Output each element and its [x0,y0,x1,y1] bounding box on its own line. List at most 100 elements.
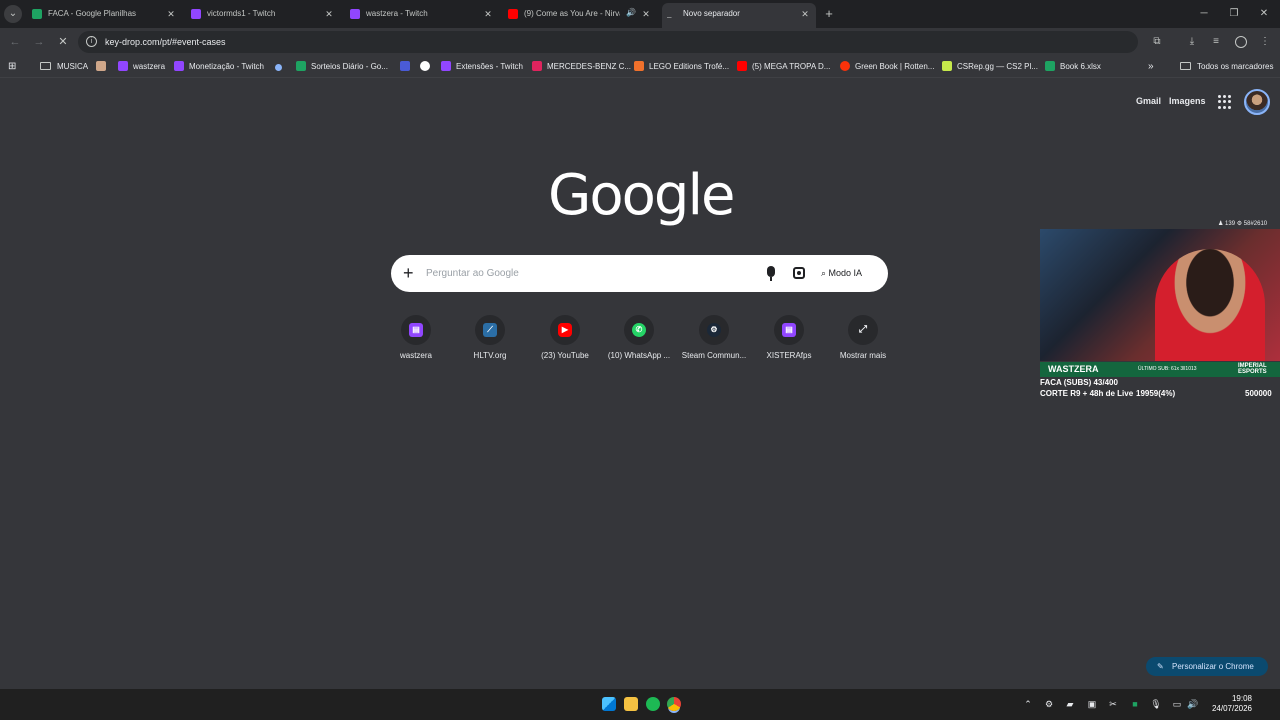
bookmark-favicon [634,61,644,71]
loading-icon: _ [667,9,672,18]
more-bookmarks-icon[interactable]: » [1148,59,1154,75]
microphone-tray-icon[interactable]: 🎙 [1150,698,1162,710]
twitch-icon [441,61,451,71]
bookmark-mercedes[interactable]: MERCEDES-BENZ C... [532,59,631,75]
add-icon[interactable]: + [403,255,414,292]
tab-strip: ⌄ FACA - Google Planilhas ✕ victormds1 -… [0,0,1280,28]
close-tab-icon[interactable]: ✕ [639,4,653,24]
stream-overlay: ♟ 139 ⚙ 58#2610 WASTZERA ÚLTIMO SUB: 61x… [1040,221,1280,401]
url-text[interactable]: key-drop.com/pt/#event-cases [105,31,226,53]
show-hidden-icons[interactable]: ⌃ [1022,698,1034,710]
close-tab-icon[interactable]: ✕ [322,4,336,24]
search-box[interactable]: + Perguntar ao Google ⌕ Modo IA [391,255,888,292]
new-tab-button[interactable]: + [822,4,836,24]
close-tab-icon[interactable]: ✕ [481,4,495,24]
extensions-icon[interactable]: ⧉ [1148,33,1166,51]
sheets-icon [32,9,42,19]
tab-search-button[interactable]: ⌄ [4,5,22,23]
folder-icon [40,62,51,70]
back-button[interactable]: ← [6,33,24,51]
twitch-icon: ▤ [782,323,796,337]
tomato-icon [840,61,850,71]
bookmark-lego[interactable]: LEGO Editions Trofé... [634,59,729,75]
site-info-icon[interactable]: i [86,36,97,47]
tab-new-tab[interactable]: _ Novo separador [667,4,787,24]
spotify-icon[interactable] [646,697,660,711]
tab-faca[interactable]: FACA - Google Planilhas [32,4,162,24]
bookmark-book6[interactable]: Book 6.xlsx [1045,59,1101,75]
shortcut-wastzera[interactable]: ▤ wastzera [379,315,453,360]
anchor-icon [420,61,430,71]
last-sub: ÚLTIMO SUB: 61x 3ll1013 [1138,366,1197,372]
bookmark-4[interactable] [275,59,287,75]
clock[interactable]: 19:08 24/07/2026 [1204,694,1252,714]
tab-youtube-nirvana[interactable]: (9) Come as You Are - Nirvana [508,4,620,24]
profile-icon[interactable] [1235,36,1247,48]
tray-app-icon[interactable]: ✂ [1107,698,1119,710]
windows-start-icon[interactable] [602,697,616,711]
media-controls-icon[interactable]: ≡ [1207,33,1225,51]
address-bar[interactable]: i key-drop.com/pt/#event-cases [78,31,1138,53]
tab-title: (9) Come as You Are - Nirvana [524,9,620,18]
bookmark-1[interactable] [96,59,111,75]
goal-label: CORTE R9 + 48h de Live [1040,389,1134,398]
shortcut-xisterafps[interactable]: ▤ XISTERAfps [752,315,826,360]
webcam-feed [1040,229,1280,361]
shortcut-whatsapp[interactable]: ✆ (10) WhatsApp ... [602,315,676,360]
volume-icon[interactable]: 🔊 [1187,698,1199,710]
maximize-button[interactable]: ❐ [1224,4,1244,24]
search-input[interactable]: Perguntar ao Google [426,255,519,292]
tab-victormds1[interactable]: victormds1 - Twitch [191,4,321,24]
apps-grid-icon[interactable]: ⊞ [8,59,16,75]
bookmark-folder-musica[interactable]: MUSICA [40,59,88,75]
goal-target: 500000 [1245,389,1272,398]
youtube-icon [508,9,518,19]
bookmark-wastzera[interactable]: wastzera [118,59,165,75]
bookmark-mega-tropa[interactable]: (5) MEGA TROPA D... [737,59,830,75]
tray-app-icon[interactable]: ▣ [1086,698,1098,710]
gmail-link[interactable]: Gmail [1136,96,1161,106]
sheets-icon [1045,61,1055,71]
shortcut-hltv[interactable]: ⟋ HLTV.org [453,315,527,360]
ai-mode-button[interactable]: ⌕ Modo IA [821,255,862,292]
ai-search-icon: ⌕ [821,268,829,278]
bookmark-csrep[interactable]: CSRep.gg — CS2 Pl... [942,59,1038,75]
bookmark-extensoes[interactable]: Extensões - Twitch [441,59,523,75]
bookmark-sorteios[interactable]: Sorteios Diário - Go... [296,59,388,75]
menu-icon[interactable]: ⋮ [1256,33,1274,51]
shortcut-steam[interactable]: ⚙ Steam Commun... [677,315,751,360]
tab-wastzera[interactable]: wastzera - Twitch [350,4,480,24]
bookmark-7[interactable] [420,59,435,75]
bookmark-green-book[interactable]: Green Book | Rotten... [840,59,934,75]
google-lens-icon[interactable] [793,267,805,279]
gear-icon: ⚙ [1236,221,1244,227]
steam-tray-icon[interactable]: ⚙ [1043,698,1055,710]
google-logo: Google [548,163,735,228]
images-link[interactable]: Imagens [1169,96,1206,106]
shortcut-show-more[interactable]: ⤢ Mostrar mais [826,315,900,360]
chrome-icon[interactable] [667,697,681,711]
close-window-button[interactable]: ✕ [1254,4,1274,24]
bookmark-monetizacao[interactable]: Monetização - Twitch [174,59,264,75]
download-icon[interactable]: ⤓ [1183,33,1201,51]
stop-loading-button[interactable]: ✕ [54,33,72,51]
account-avatar[interactable] [1244,89,1270,115]
minimize-button[interactable]: ─ [1194,4,1214,24]
forward-button[interactable]: → [30,33,48,51]
bookmark-favicon [532,61,542,71]
close-tab-icon[interactable]: ✕ [798,4,812,24]
nvidia-icon[interactable]: ▰ [1064,698,1076,710]
sparkle-icon [275,64,282,71]
microphone-icon[interactable] [767,266,775,281]
customize-chrome-button[interactable]: ✎ Personalizar o Chrome [1146,657,1268,676]
bookmark-6[interactable] [400,59,415,75]
google-apps-icon[interactable] [1218,95,1232,109]
network-icon[interactable]: ▭ [1171,698,1183,710]
audio-playing-icon[interactable]: 🔊 [626,8,636,17]
all-bookmarks[interactable]: Todos os marcadores [1180,59,1273,75]
close-tab-icon[interactable]: ✕ [164,4,178,24]
streamer-image [1155,249,1265,361]
file-explorer-icon[interactable] [624,697,638,711]
tray-app-icon[interactable]: ■ [1129,698,1141,710]
shortcut-youtube[interactable]: ▶ (23) YouTube [528,315,602,360]
